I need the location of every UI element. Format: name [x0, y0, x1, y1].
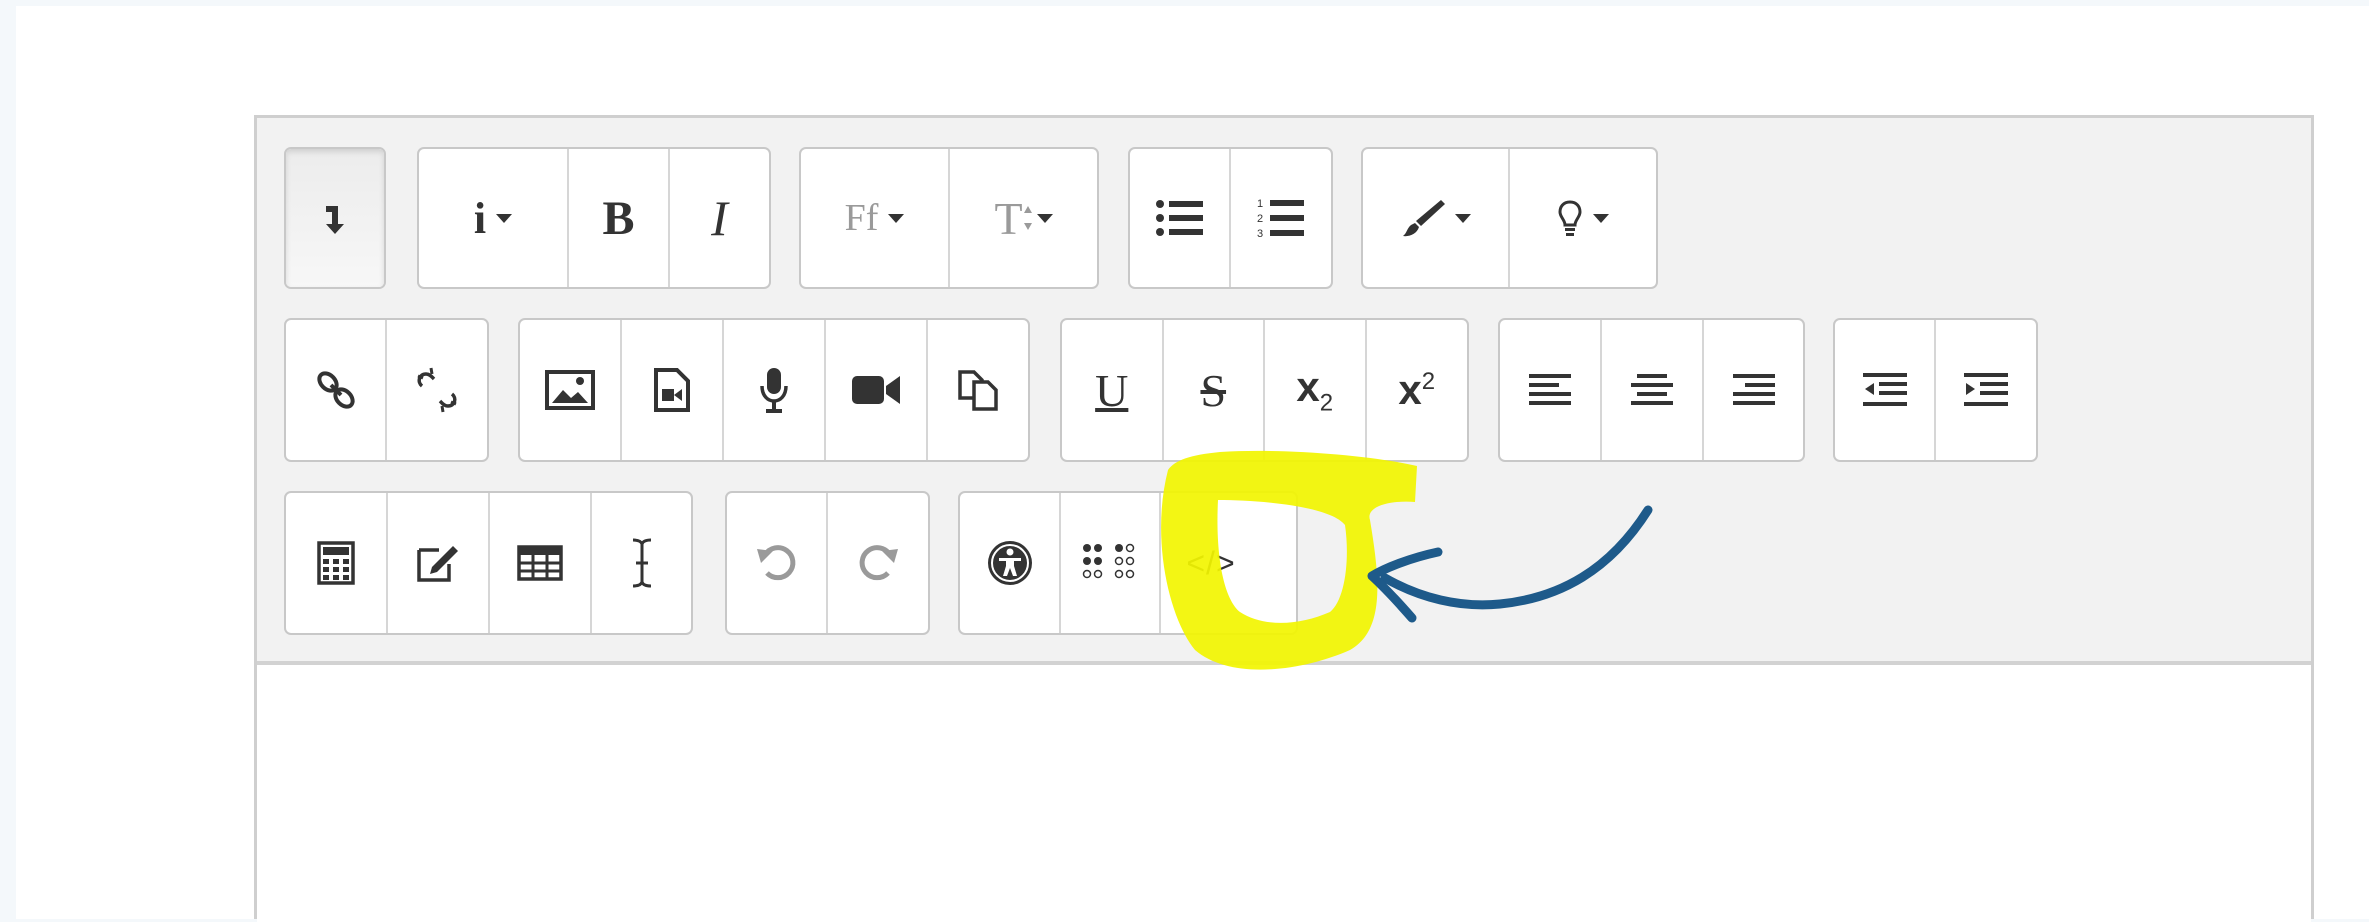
indent-button[interactable]: [1936, 320, 2036, 460]
toolbar-group-lists: 1 2 3: [1128, 147, 1333, 289]
align-left-icon: [1529, 374, 1571, 405]
superscript-icon: x2: [1398, 366, 1435, 414]
align-right-icon: [1732, 374, 1775, 405]
undo-button[interactable]: [727, 493, 828, 633]
record-video-button[interactable]: [826, 320, 928, 460]
font-size-icon: T: [994, 192, 1023, 244]
outdent-icon: [1862, 373, 1907, 406]
undo-icon: [756, 545, 795, 581]
font-family-icon: Ff: [844, 197, 879, 239]
brush-icon: [1402, 200, 1445, 237]
info-dropdown-button[interactable]: i: [419, 149, 569, 287]
table-icon: [517, 545, 563, 581]
toolbar-group-accessibility: </>: [958, 491, 1298, 635]
lightbulb-icon: [1558, 200, 1582, 236]
media-file-icon: [654, 368, 690, 412]
insert-character-button[interactable]: [388, 493, 490, 633]
strikethrough-button[interactable]: S: [1164, 320, 1265, 460]
toolbar-group-indent: [1833, 318, 2038, 462]
unlink-button[interactable]: [387, 320, 487, 460]
unlink-icon: [417, 367, 457, 413]
unordered-list-button[interactable]: [1130, 149, 1231, 287]
clear-formatting-button[interactable]: [592, 493, 691, 633]
align-right-button[interactable]: [1704, 320, 1803, 460]
underline-icon: U: [1095, 364, 1129, 416]
redo-icon: [859, 545, 898, 581]
info-icon: i: [473, 193, 487, 243]
chevron-down-icon: [888, 213, 905, 223]
insert-table-button[interactable]: [490, 493, 592, 633]
italic-icon: I: [711, 190, 728, 246]
chevron-down-icon: [1454, 213, 1471, 223]
font-family-button[interactable]: Ff: [801, 149, 950, 287]
toolbar-group-history: [725, 491, 930, 635]
align-center-icon: [1631, 374, 1673, 405]
toolbar-group-colors: [1361, 147, 1658, 289]
align-center-button[interactable]: [1602, 320, 1704, 460]
font-color-button[interactable]: [1363, 149, 1510, 287]
numbered-list-icon: 1 2 3: [1257, 198, 1304, 240]
microphone-icon: [760, 368, 788, 413]
chevron-down-icon: [496, 213, 513, 223]
files-icon: [958, 370, 998, 411]
insert-media-button[interactable]: [622, 320, 724, 460]
superscript-base: x: [1398, 366, 1422, 413]
manage-files-button[interactable]: [928, 320, 1028, 460]
subscript-button[interactable]: x2: [1265, 320, 1367, 460]
font-size-button[interactable]: T: [950, 149, 1097, 287]
bullet-list-icon: [1155, 200, 1203, 236]
calculator-icon: [317, 541, 355, 585]
ordered-list-button[interactable]: 1 2 3: [1231, 149, 1331, 287]
braille-icon: [1082, 543, 1135, 579]
code-icon: </>: [1186, 544, 1236, 581]
subscript-icon: x2: [1296, 363, 1333, 417]
toolbar-group-collapse: [284, 147, 386, 289]
size-arrows-icon: [1023, 206, 1032, 230]
superscript-button[interactable]: x2: [1367, 320, 1468, 460]
show-more-buttons-button[interactable]: [286, 149, 384, 287]
align-left-button[interactable]: [1500, 320, 1602, 460]
subscript-base: x: [1296, 362, 1320, 410]
svg-text:1: 1: [1257, 198, 1263, 210]
italic-button[interactable]: I: [670, 149, 769, 287]
editor-toolbar: i B I Ff T 1 2 3 U S x2 x2 </>: [257, 118, 2311, 665]
chevron-down-icon: [1593, 213, 1609, 223]
toolbar-group-text-format: U S x2 x2: [1060, 318, 1469, 462]
link-icon: [316, 371, 355, 409]
superscript-digit: 2: [1421, 368, 1436, 395]
atto-editor: i B I Ff T 1 2 3 U S x2 x2 </>: [254, 115, 2314, 922]
toolbar-group-font: Ff T: [799, 147, 1099, 289]
insert-image-button[interactable]: [520, 320, 622, 460]
accessibility-checker-button[interactable]: [960, 493, 1061, 633]
strikethrough-icon: S: [1200, 364, 1227, 416]
svg-text:2: 2: [1257, 213, 1263, 225]
toolbar-group-style: i B I: [417, 147, 771, 289]
redo-button[interactable]: [828, 493, 928, 633]
edit-icon: [417, 546, 458, 582]
video-camera-icon: [852, 376, 900, 404]
editor-content-area[interactable]: [257, 665, 2311, 922]
toolbar-group-media: [518, 318, 1030, 462]
indent-icon: [1964, 373, 2008, 406]
toolbar-group-insert: [284, 491, 693, 635]
equation-editor-button[interactable]: [286, 493, 388, 633]
html-button[interactable]: </>: [1161, 493, 1261, 633]
link-button[interactable]: [286, 320, 387, 460]
record-audio-button[interactable]: [724, 320, 826, 460]
underline-button[interactable]: U: [1062, 320, 1164, 460]
accessibility-icon: [987, 541, 1032, 585]
text-cursor-icon: [632, 538, 651, 588]
screenreader-helper-button[interactable]: [1061, 493, 1161, 633]
background-color-button[interactable]: [1510, 149, 1656, 287]
outdent-button[interactable]: [1835, 320, 1936, 460]
bold-button[interactable]: B: [569, 149, 670, 287]
subscript-digit: 2: [1319, 389, 1334, 417]
image-icon: [545, 370, 595, 410]
svg-text:3: 3: [1257, 228, 1263, 240]
chevron-down-icon: [1036, 213, 1053, 223]
toolbar-group-align: [1498, 318, 1805, 462]
toolbar-group-links: [284, 318, 489, 462]
collapse-arrow-icon: [326, 206, 344, 234]
bold-icon: B: [602, 191, 635, 245]
